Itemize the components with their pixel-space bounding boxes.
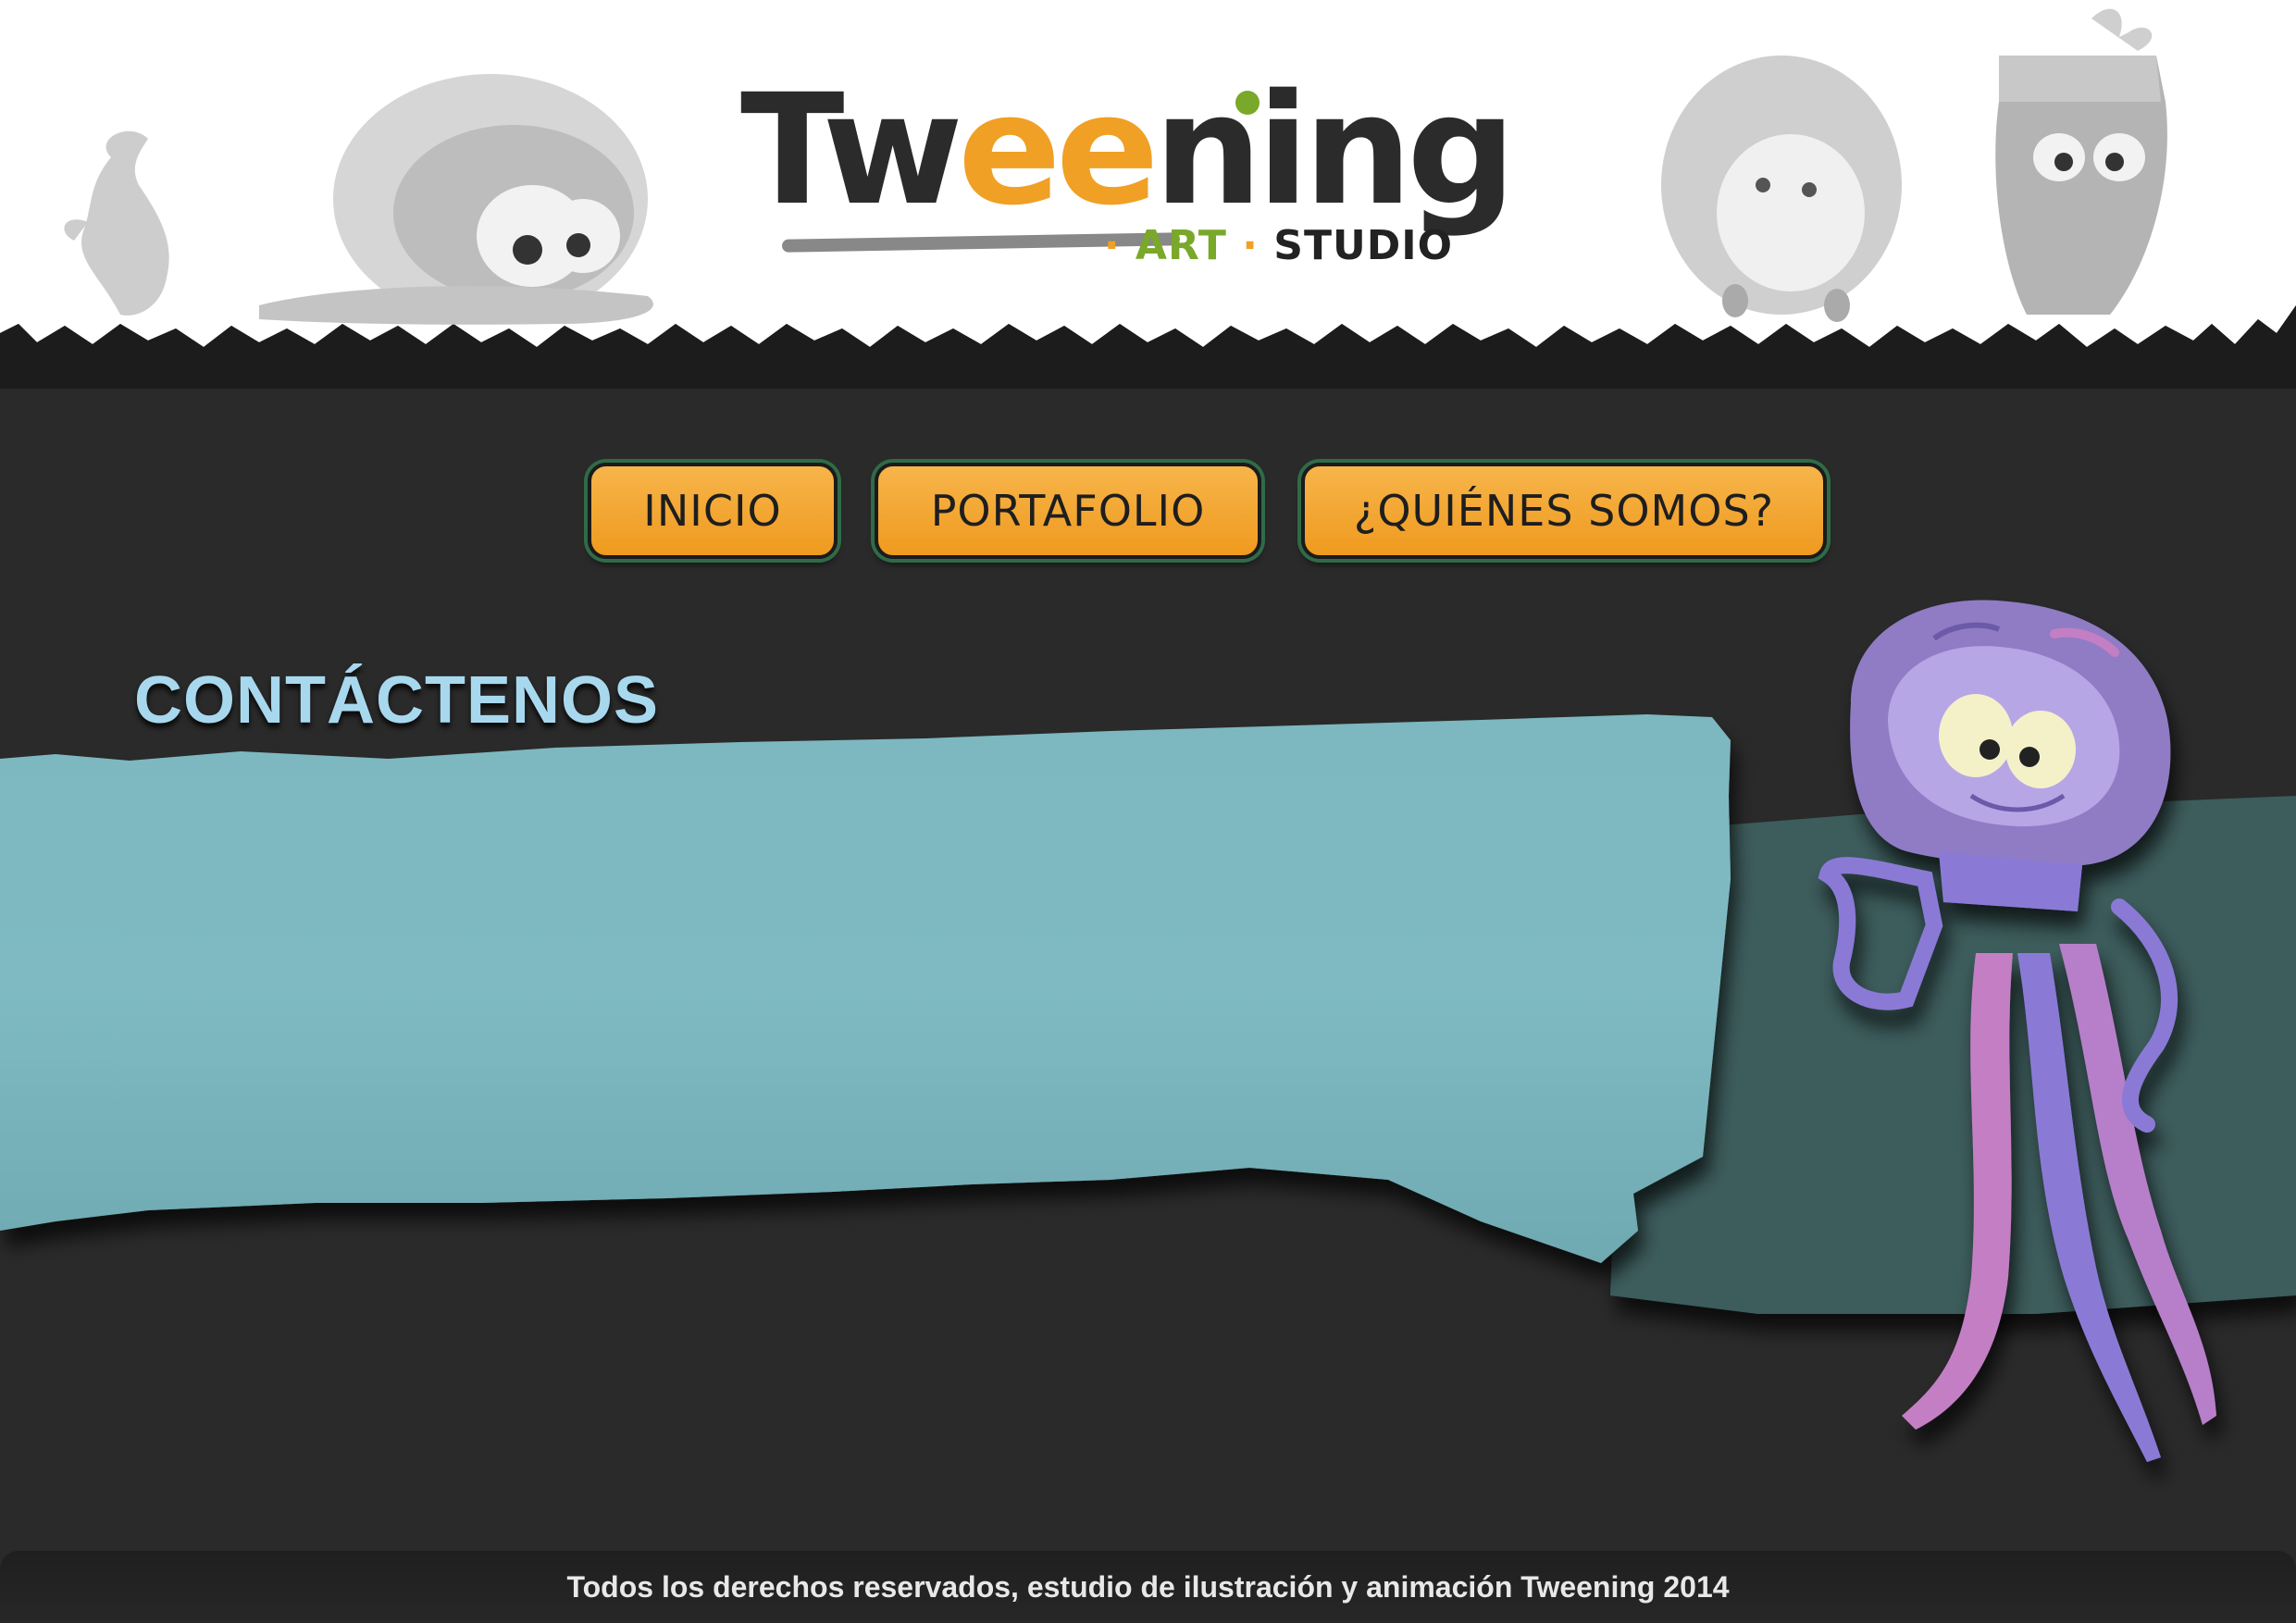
- site-footer: Todos los derechos reservados, estudio d…: [0, 1551, 2296, 1623]
- contact-panel: [0, 714, 1731, 1263]
- content-decoration: [0, 600, 2296, 1462]
- footer-copyright: Todos los derechos reservados, estudio d…: [566, 1569, 1730, 1604]
